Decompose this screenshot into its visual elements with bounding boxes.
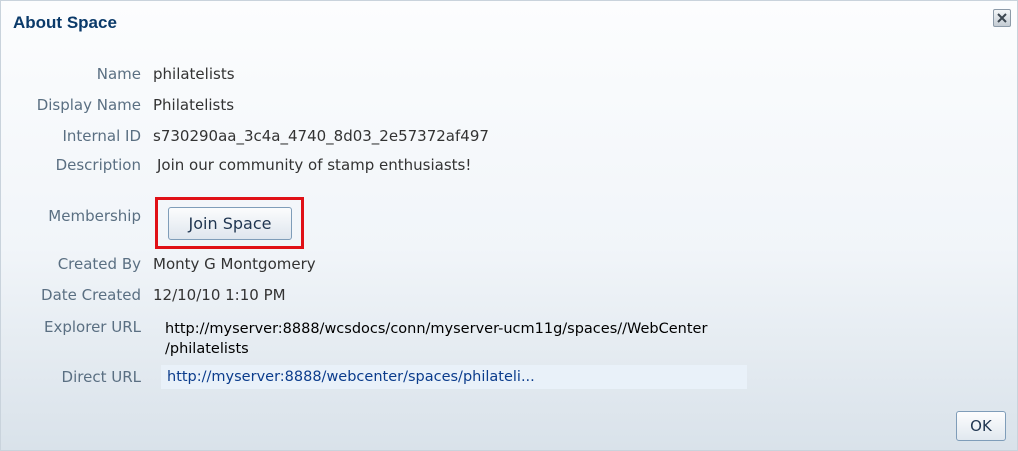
name-value: philatelists xyxy=(153,65,235,83)
description-value: Join our community of stamp enthusiasts! xyxy=(157,156,472,174)
dialog-title: About Space xyxy=(13,13,117,32)
internal-id-row: Internal ID s730290aa_3c4a_4740_8d03_2e5… xyxy=(1,124,489,148)
explorer-url-line-1: http://myserver:8888/wcsdocs/conn/myserv… xyxy=(165,321,708,337)
membership-label: Membership xyxy=(48,207,141,225)
internal-id-value: s730290aa_3c4a_4740_8d03_2e57372af497 xyxy=(153,127,489,145)
direct-url-link[interactable]: http://myserver:8888/webcenter/spaces/ph… xyxy=(167,369,535,385)
date-created-row: Date Created 12/10/10 1:10 PM xyxy=(1,283,286,307)
display-name-value: Philatelists xyxy=(153,96,235,114)
display-name-row: Display Name Philatelists xyxy=(1,93,234,117)
internal-id-label: Internal ID xyxy=(62,127,141,145)
name-label: Name xyxy=(96,65,141,83)
direct-url-row: Direct URL xyxy=(1,365,141,389)
membership-row: Membership xyxy=(1,204,141,228)
description-row: Description Join our community of stamp … xyxy=(1,153,472,177)
description-label: Description xyxy=(55,156,141,174)
created-by-value: Monty G Montgomery xyxy=(153,255,316,273)
created-by-label: Created By xyxy=(57,255,141,273)
explorer-url-row: Explorer URL xyxy=(1,315,141,339)
direct-url-box: http://myserver:8888/webcenter/spaces/ph… xyxy=(161,365,747,389)
close-x-icon xyxy=(997,9,1007,27)
join-space-button[interactable]: Join Space xyxy=(168,207,292,240)
date-created-label: Date Created xyxy=(41,286,141,304)
date-created-value: 12/10/10 1:10 PM xyxy=(153,286,286,304)
name-row: Name philatelists xyxy=(1,62,235,86)
explorer-url-line-2: /philatelists xyxy=(165,341,249,357)
about-space-dialog: About Space Name philatelists Display Na… xyxy=(0,0,1018,451)
created-by-row: Created By Monty G Montgomery xyxy=(1,252,316,276)
explorer-url-label: Explorer URL xyxy=(44,318,141,336)
explorer-url-value: http://myserver:8888/wcsdocs/conn/myserv… xyxy=(165,319,707,359)
close-button[interactable] xyxy=(993,9,1011,27)
display-name-label: Display Name xyxy=(36,96,141,114)
ok-button[interactable]: OK xyxy=(956,411,1006,441)
direct-url-label: Direct URL xyxy=(61,368,141,386)
